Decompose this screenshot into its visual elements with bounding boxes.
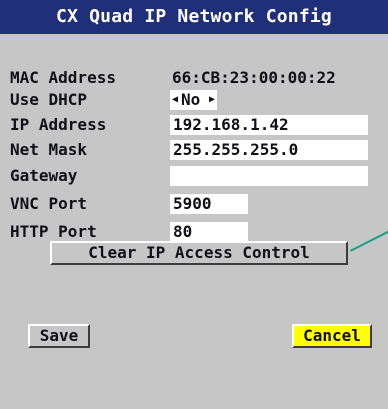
http-port-label: HTTP Port xyxy=(10,222,97,241)
vnc-port-label: VNC Port xyxy=(10,194,88,213)
use-dhcp-value: No xyxy=(181,90,201,109)
use-dhcp-label: Use DHCP xyxy=(10,90,88,109)
right-arrow-icon[interactable]: ▶ xyxy=(208,90,216,110)
cancel-button[interactable]: Cancel xyxy=(292,324,372,348)
mac-address-label: MAC Address xyxy=(10,68,116,87)
use-dhcp-toggle[interactable]: ◀ No ▶ xyxy=(170,90,217,110)
ip-address-label: IP Address xyxy=(10,115,107,134)
gateway-field[interactable] xyxy=(170,166,368,186)
clear-ip-access-control-button[interactable]: Clear IP Access Control xyxy=(50,241,348,265)
window-title: CX Quad IP Network Config xyxy=(0,0,388,34)
left-arrow-icon[interactable]: ◀ xyxy=(171,90,179,110)
ip-address-field[interactable]: 192.168.1.42 xyxy=(170,115,368,135)
mac-address-value: 66:CB:23:00:00:22 xyxy=(172,68,336,87)
callout-line xyxy=(350,229,388,252)
gateway-label: Gateway xyxy=(10,166,78,185)
net-mask-label: Net Mask xyxy=(10,140,88,159)
vnc-port-field[interactable]: 5900 xyxy=(170,194,248,214)
net-mask-field[interactable]: 255.255.255.0 xyxy=(170,140,368,160)
network-config-window: CX Quad IP Network Config MAC Address 66… xyxy=(0,0,388,409)
save-button[interactable]: Save xyxy=(28,324,90,348)
http-port-field[interactable]: 80 xyxy=(170,222,248,242)
